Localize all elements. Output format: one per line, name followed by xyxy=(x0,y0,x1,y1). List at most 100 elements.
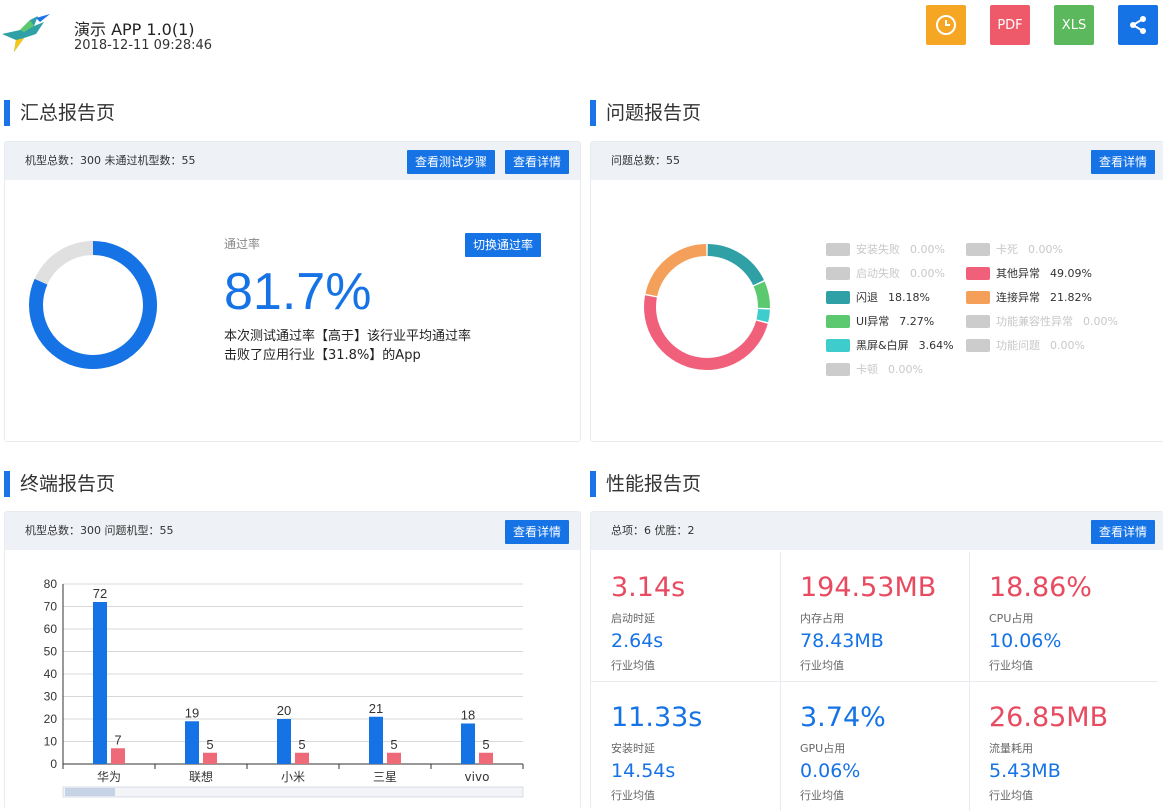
issue-legend-item[interactable]: 其他异常 49.09% xyxy=(966,265,1092,281)
perf-industry-average: 10.06% xyxy=(989,630,1062,652)
pass-rate-value: 81.7% xyxy=(224,263,372,321)
issue-ring-slice[interactable] xyxy=(753,281,770,309)
bar[interactable] xyxy=(93,602,107,764)
bar-value-label: 5 xyxy=(206,737,213,752)
chart-zoom-handle[interactable] xyxy=(65,788,115,796)
legend-swatch xyxy=(826,338,850,352)
legend-swatch xyxy=(826,266,850,280)
issues-detail-button[interactable]: 查看详情 xyxy=(1091,150,1156,174)
bar-value-label: 21 xyxy=(369,701,383,716)
bar[interactable] xyxy=(387,752,401,764)
bar-value-label: 7 xyxy=(114,732,121,747)
share-button[interactable] xyxy=(1118,5,1158,45)
legend-label: 卡死 xyxy=(996,243,1018,256)
switch-pass-rate-button[interactable]: 切换通过率 xyxy=(465,233,542,257)
perf-metric-label: 启动时延 xyxy=(611,612,655,625)
performance-section-title: 性能报告页 xyxy=(590,471,701,497)
perf-metric-value: 194.53MB xyxy=(800,572,937,603)
legend-label: 启动失败 xyxy=(856,267,900,280)
perf-metric-cell: 11.33s 安装时延 14.54s 行业均值 xyxy=(591,682,781,811)
issue-legend-item[interactable]: 卡死 0.00% xyxy=(966,241,1063,257)
bar[interactable] xyxy=(277,719,291,764)
issue-ring-slice[interactable] xyxy=(645,244,707,297)
bar[interactable] xyxy=(295,752,309,764)
perf-metric-label: GPU占用 xyxy=(800,742,846,755)
issue-legend-item[interactable]: 安装失败 0.00% xyxy=(826,241,945,257)
perf-industry-average: 5.43MB xyxy=(989,760,1061,782)
chart-zoom-slider[interactable] xyxy=(62,786,524,798)
perf-metric-value: 18.86% xyxy=(989,572,1092,603)
issue-distribution-ring xyxy=(644,244,770,370)
y-tick-label: 60 xyxy=(44,622,58,636)
issue-legend-item[interactable]: 连接异常 21.82% xyxy=(966,289,1092,305)
view-test-steps-button[interactable]: 查看测试步骤 xyxy=(407,150,496,174)
legend-swatch xyxy=(966,242,990,256)
bar[interactable] xyxy=(185,721,199,764)
bar[interactable] xyxy=(369,716,383,764)
x-category-label: 小米 xyxy=(281,770,305,784)
issues-panel-bar: 问题总数：55 查看详情 xyxy=(591,142,1163,180)
issue-legend-item[interactable]: 卡顿 0.00% xyxy=(826,361,923,377)
bar-value-label: 5 xyxy=(390,737,397,752)
bar-value-label: 72 xyxy=(93,586,107,601)
legend-label: 安装失败 xyxy=(856,243,900,256)
legend-swatch xyxy=(826,290,850,304)
legend-percent: 0.00% xyxy=(1028,242,1063,256)
legend-label: 卡顿 xyxy=(856,363,878,376)
xls-export-button[interactable]: XLS xyxy=(1054,5,1094,45)
legend-percent: 0.00% xyxy=(910,266,945,280)
issue-legend-item[interactable]: UI异常 7.27% xyxy=(826,313,934,329)
issue-legend-item[interactable]: 闪退 18.18% xyxy=(826,289,930,305)
perf-industry-average-label: 行业均值 xyxy=(989,789,1033,802)
perf-metric-cell: 18.86% CPU占用 10.06% 行业均值 xyxy=(969,552,1158,682)
y-tick-label: 20 xyxy=(44,712,58,726)
perf-industry-average-label: 行业均值 xyxy=(989,659,1033,672)
perf-industry-average-label: 行业均值 xyxy=(800,789,844,802)
perf-metric-cell: 194.53MB 内存占用 78.43MB 行业均值 xyxy=(780,552,970,682)
perf-metric-value: 26.85MB xyxy=(989,702,1109,733)
perf-metric-cell: 3.14s 启动时延 2.64s 行业均值 xyxy=(591,552,781,682)
issue-ring-slice[interactable] xyxy=(644,295,768,370)
legend-percent: 0.00% xyxy=(888,362,923,376)
y-tick-label: 80 xyxy=(44,577,58,591)
performance-detail-button[interactable]: 查看详情 xyxy=(1091,520,1156,544)
summary-stats: 机型总数：300 未通过机型数：55 xyxy=(25,154,196,167)
history-button[interactable] xyxy=(926,5,966,45)
x-category-label: 三星 xyxy=(373,770,397,784)
bar[interactable] xyxy=(111,748,125,764)
legend-swatch xyxy=(966,338,990,352)
issue-legend-item[interactable]: 黑屏&白屏 3.64% xyxy=(826,337,954,353)
legend-label: 功能问题 xyxy=(996,339,1040,352)
bar-value-label: 20 xyxy=(277,703,291,718)
performance-grid: 3.14s 启动时延 2.64s 行业均值 194.53MB 内存占用 78.43MB 行业均… xyxy=(591,552,1163,811)
perf-industry-average: 2.64s xyxy=(611,630,664,652)
issue-legend-item[interactable]: 启动失败 0.00% xyxy=(826,265,945,281)
bar[interactable] xyxy=(479,752,493,764)
bar[interactable] xyxy=(461,723,475,765)
y-tick-label: 70 xyxy=(44,600,58,614)
issue-legend-item[interactable]: 功能问题 0.00% xyxy=(966,337,1085,353)
perf-metric-value: 3.14s xyxy=(611,572,686,603)
issue-ring-slice[interactable] xyxy=(756,308,770,323)
issue-legend-item[interactable]: 功能兼容性异常 0.00% xyxy=(966,313,1118,329)
hummingbird-logo-icon xyxy=(2,14,50,52)
pass-rate-label: 通过率 xyxy=(224,237,261,251)
pass-rate-ring xyxy=(29,241,157,369)
issues-panel: 问题总数：55 查看详情 安装失败 0.00% 卡死 0.00% 启动失败 0.00% 其他… xyxy=(590,141,1163,442)
device-issue-bar-chart: 0 10 20 30 40 50 60 70 80 72 7 华为 19 5 联想 20 5 小米 21 5 三星 18 5… xyxy=(44,577,524,798)
bar[interactable] xyxy=(203,752,217,764)
legend-label: 其他异常 xyxy=(996,267,1040,280)
perf-metric-cell: 26.85MB 流量耗用 5.43MB 行业均值 xyxy=(969,682,1158,811)
terminal-detail-button[interactable]: 查看详情 xyxy=(505,520,570,544)
issue-ring-slice[interactable] xyxy=(707,244,764,286)
legend-percent: 3.64% xyxy=(918,338,954,352)
y-tick-label: 40 xyxy=(44,667,58,681)
pdf-export-button[interactable]: PDF xyxy=(990,5,1030,45)
summary-detail-button[interactable]: 查看详情 xyxy=(505,150,570,174)
legend-label: 连接异常 xyxy=(996,291,1040,304)
legend-label: UI异常 xyxy=(856,315,890,328)
performance-stats: 总项：6 优胜：2 xyxy=(611,524,695,537)
performance-panel-bar: 总项：6 优胜：2 查看详情 xyxy=(591,512,1163,550)
x-category-label: 华为 xyxy=(97,770,121,784)
summary-section-title: 汇总报告页 xyxy=(4,100,115,126)
